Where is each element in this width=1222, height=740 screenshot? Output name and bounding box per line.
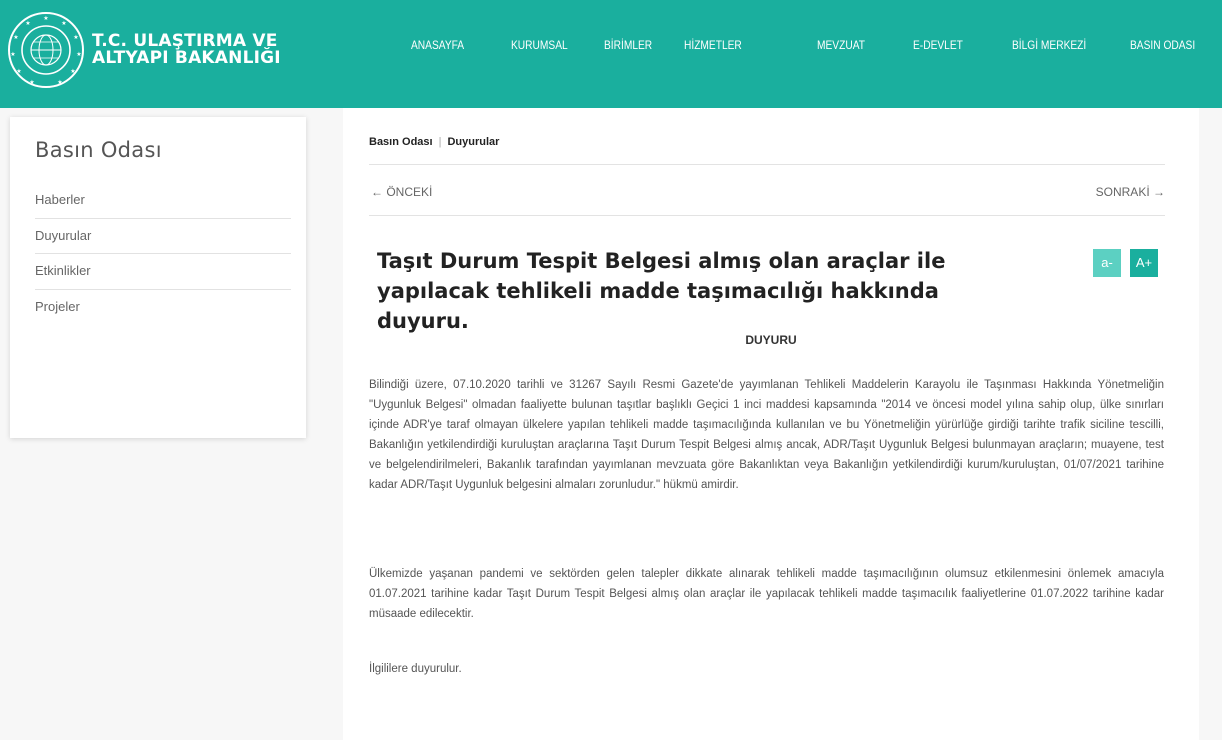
divider-bottom bbox=[369, 215, 1165, 216]
svg-text:★: ★ bbox=[61, 20, 66, 27]
previous-link[interactable]: ← ÖNCEKİ bbox=[371, 185, 432, 199]
sidebar-item-projeler[interactable]: Projeler bbox=[35, 290, 291, 326]
nav-item-anasayfa[interactable]: ANASAYFA bbox=[411, 38, 464, 52]
main-content: Basın Odası | Duyurular ← ÖNCEKİ SONRAKİ →… bbox=[343, 108, 1199, 740]
announcement-paragraph-1: Bilindiği üzere, 07.10.2020 tarihli ve 3… bbox=[369, 379, 1164, 491]
nav-item-kurumsal[interactable]: KURUMSAL bbox=[511, 38, 568, 52]
nav-item-mevzuat[interactable]: MEVZUAT bbox=[817, 38, 865, 52]
svg-text:★: ★ bbox=[70, 68, 75, 75]
breadcrumb-link-basin-odasi[interactable]: Basın Odası bbox=[369, 136, 433, 148]
sidebar-menu: Haberler Duyurular Etkinlikler Projeler bbox=[35, 183, 291, 325]
nav-item-hizmetler[interactable]: HİZMETLER bbox=[684, 38, 742, 52]
page-title: Taşıt Durum Tespit Belgesi almış olan ar… bbox=[377, 249, 946, 333]
divider-top bbox=[369, 164, 1165, 165]
svg-text:★: ★ bbox=[25, 20, 30, 27]
sidebar: Basın Odası Haberler Duyurular Etkinlikl… bbox=[10, 117, 306, 438]
announcement-heading: DUYURU bbox=[745, 333, 797, 347]
announcement-paragraph-3: İlgililere duyurulur. bbox=[369, 663, 462, 675]
nav-item-basin-odasi[interactable]: BASIN ODASI bbox=[1130, 38, 1195, 52]
decrease-font-button[interactable]: a- bbox=[1093, 249, 1121, 277]
increase-font-button[interactable]: A+ bbox=[1130, 249, 1158, 277]
breadcrumb-current: Duyurular bbox=[447, 136, 500, 148]
svg-text:★: ★ bbox=[43, 15, 48, 22]
nav-item-bilgi-merkezi[interactable]: BİLGİ MERKEZİ bbox=[1012, 38, 1086, 52]
nav-item-birimler[interactable]: BİRİMLER bbox=[604, 38, 652, 52]
svg-text:★: ★ bbox=[29, 79, 34, 86]
sidebar-item-etkinlikler[interactable]: Etkinlikler bbox=[35, 254, 291, 290]
breadcrumb-separator: | bbox=[438, 136, 442, 148]
next-link[interactable]: SONRAKİ → bbox=[1096, 185, 1165, 199]
svg-text:★: ★ bbox=[57, 79, 62, 86]
main-nav: ANASAYFA KURUMSAL BİRİMLER HİZMETLER MEV… bbox=[0, 38, 1222, 68]
site-header: ★ ★ ★ ★ ★ ★ ★ ★ ★ ★ ★ T.C. ULAŞTIRMA VE … bbox=[0, 0, 1222, 108]
announcement-paragraph-2: Ülkemizde yaşanan pandemi ve sektörden g… bbox=[369, 568, 1164, 620]
sidebar-item-haberler[interactable]: Haberler bbox=[35, 183, 291, 219]
breadcrumb: Basın Odası | Duyurular bbox=[369, 136, 499, 148]
nav-item-e-devlet[interactable]: E-DEVLET bbox=[913, 38, 963, 52]
sidebar-title: Basın Odası bbox=[35, 138, 162, 162]
sidebar-item-duyurular[interactable]: Duyurular bbox=[35, 219, 291, 254]
svg-text:★: ★ bbox=[16, 68, 21, 75]
